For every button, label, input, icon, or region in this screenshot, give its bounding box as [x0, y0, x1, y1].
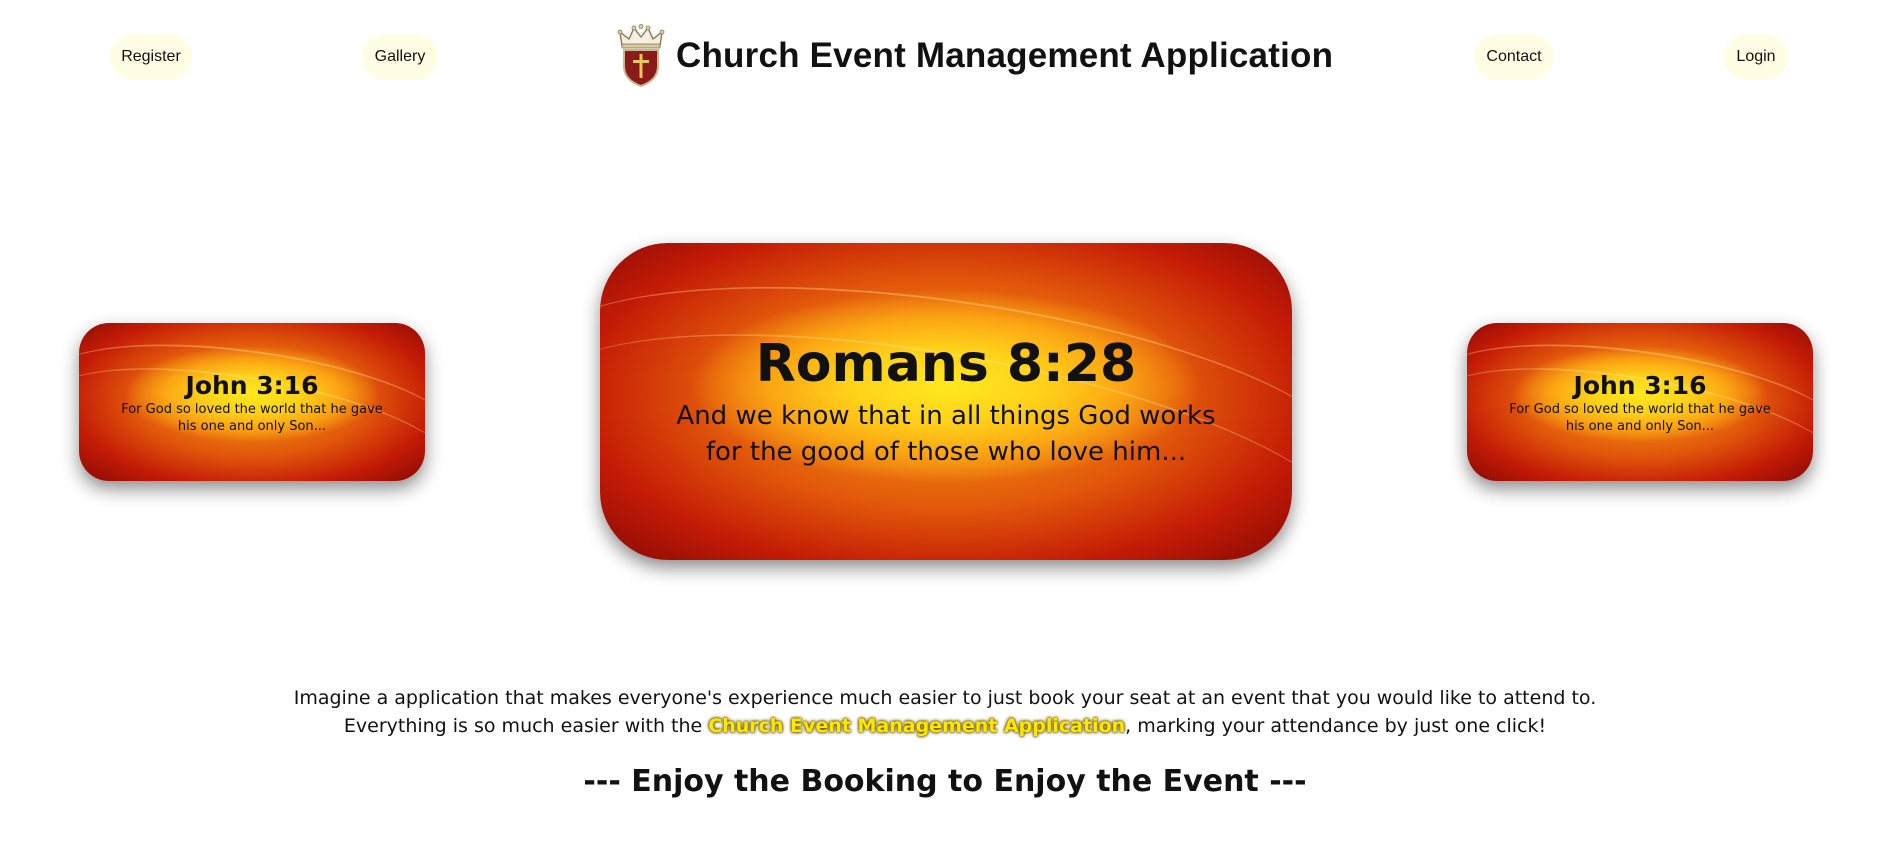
- intro-line-1: Imagine a application that makes everyon…: [293, 687, 1597, 709]
- intro-paragraph: Imagine a application that makes everyon…: [0, 684, 1890, 740]
- intro-line-2-after: , marking your attendance by just one cl…: [1125, 715, 1547, 737]
- verse-reference: John 3:16: [185, 371, 319, 400]
- register-button[interactable]: Register: [110, 34, 192, 80]
- verse-text: And we know that in all things God works…: [676, 400, 1216, 467]
- gallery-button[interactable]: Gallery: [362, 34, 438, 80]
- verse-reference: John 3:16: [1573, 371, 1707, 400]
- brand[interactable]: Church Event Management Application: [614, 24, 1333, 88]
- contact-button[interactable]: Contact: [1474, 34, 1554, 80]
- verse-text: For God so loved the world that he gave …: [1509, 402, 1771, 434]
- verse-text: For God so loved the world that he gave …: [121, 402, 383, 434]
- page: Register Gallery Church Event Management…: [0, 0, 1890, 862]
- verse-card-right[interactable]: John 3:16 For God so loved the world tha…: [1467, 323, 1813, 481]
- highlighted-app-name: Church Event Management Application: [708, 715, 1126, 737]
- app-title: Church Event Management Application: [676, 36, 1334, 75]
- login-button[interactable]: Login: [1724, 34, 1788, 80]
- verse-card-center[interactable]: Romans 8:28 And we know that in all thin…: [600, 243, 1292, 560]
- crown-shield-cross-icon: [617, 24, 665, 88]
- tagline: --- Enjoy the Booking to Enjoy the Event…: [583, 764, 1307, 799]
- intro-line-2-before: Everything is so much easier with the: [343, 715, 709, 737]
- verse-reference: Romans 8:28: [755, 333, 1137, 394]
- intro-line-2: Everything is so much easier with the Ch…: [0, 712, 1890, 740]
- verse-card-left[interactable]: John 3:16 For God so loved the world tha…: [79, 323, 425, 481]
